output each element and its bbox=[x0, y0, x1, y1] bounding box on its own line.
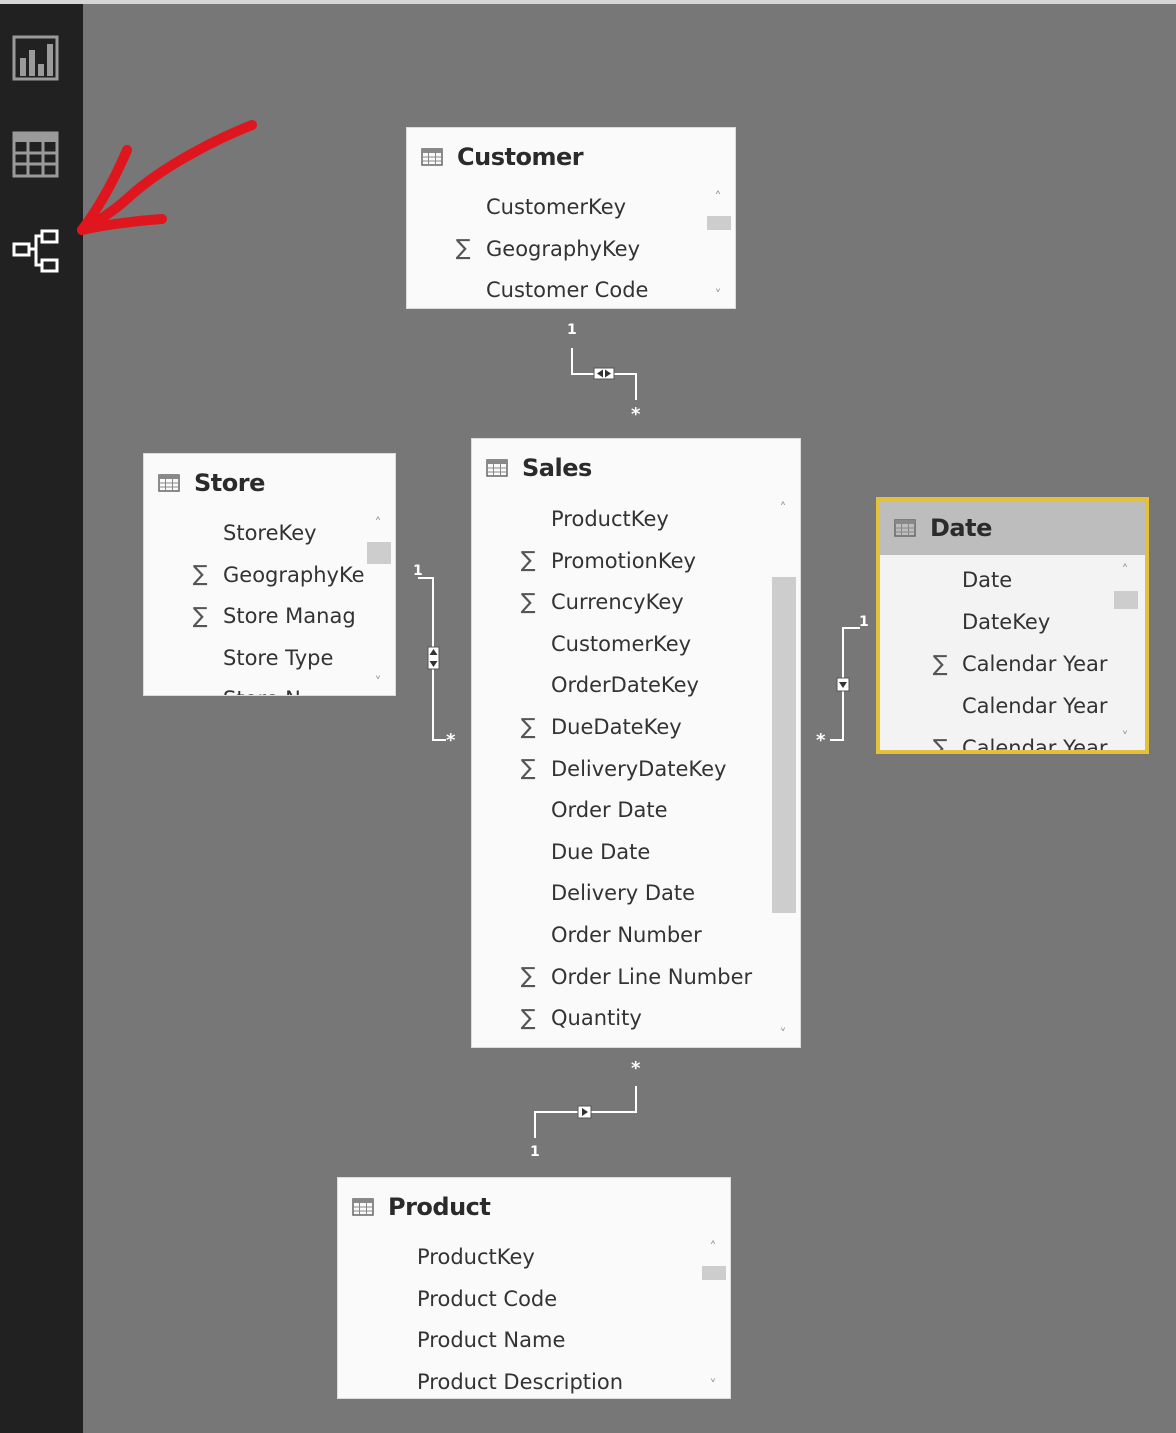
red-arrow-annotation bbox=[77, 120, 257, 235]
